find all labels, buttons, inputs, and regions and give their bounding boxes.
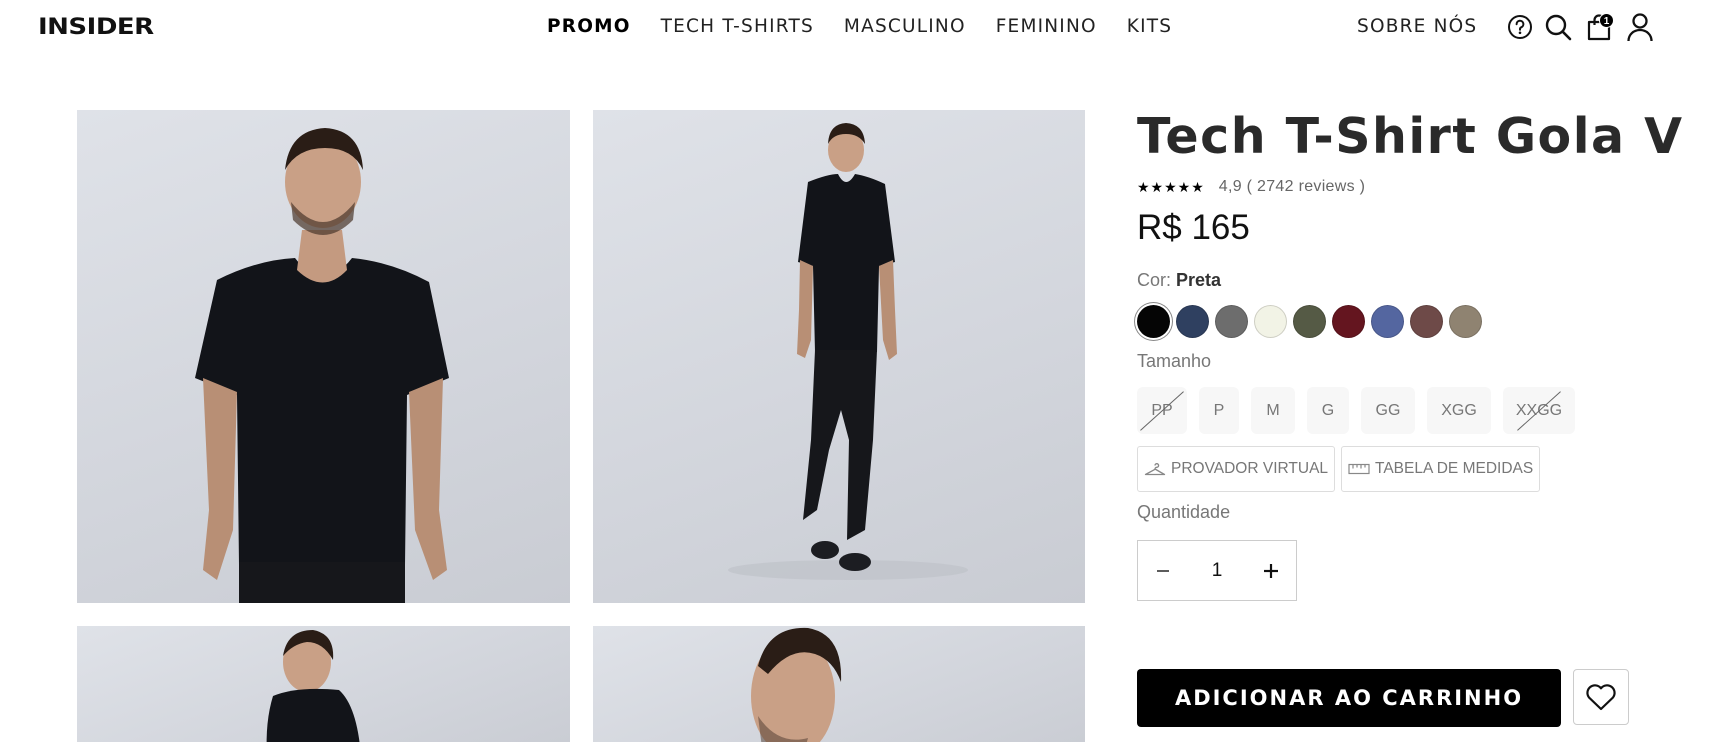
- product-image-full-body[interactable]: [593, 110, 1085, 603]
- size-label-text: M: [1266, 401, 1280, 419]
- quantity-value[interactable]: 1: [1212, 560, 1223, 582]
- size-option-xxgg[interactable]: XXGG: [1503, 387, 1575, 434]
- minus-icon: [1157, 569, 1169, 572]
- cart-icon[interactable]: 1: [1584, 12, 1614, 42]
- wishlist-button[interactable]: [1573, 669, 1629, 725]
- size-option-p[interactable]: P: [1199, 387, 1239, 434]
- size-option-gg[interactable]: GG: [1361, 387, 1415, 434]
- color-swatch-gray[interactable]: [1215, 305, 1248, 338]
- size-label-text: P: [1213, 401, 1225, 419]
- size-label-text: G: [1321, 401, 1335, 419]
- product-price: R$ 165: [1137, 208, 1250, 247]
- site-header: INSIDER PROMO TECH T-SHIRTS MASCULINO FE…: [0, 0, 1730, 56]
- color-swatch-burgundy[interactable]: [1332, 305, 1365, 338]
- size-chart-button[interactable]: TABELA DE MEDIDAS: [1341, 446, 1541, 492]
- size-label: Tamanho: [1137, 351, 1212, 371]
- size-label-text: GG: [1375, 401, 1401, 419]
- rating-stars: ★★★★★: [1137, 178, 1205, 195]
- size-label-text: XGG: [1441, 401, 1477, 419]
- selected-color-name: Preta: [1176, 270, 1222, 290]
- virtual-fitting-button[interactable]: PROVADOR VIRTUAL: [1137, 446, 1336, 492]
- help-icon[interactable]: [1505, 12, 1535, 42]
- heart-icon: [1586, 684, 1616, 711]
- rating-text[interactable]: 4,9 ( 2742 reviews ): [1219, 178, 1366, 196]
- size-option-pp[interactable]: PP: [1137, 387, 1187, 434]
- nav-item-masculino[interactable]: MASCULINO: [844, 16, 966, 37]
- size-options: PP P M G GG XGG XXGG: [1137, 387, 1587, 434]
- color-label: Cor: Preta: [1137, 270, 1221, 291]
- add-to-cart-button[interactable]: ADICIONAR AO CARRINHO: [1137, 669, 1561, 727]
- quantity-decrease-button[interactable]: [1138, 541, 1188, 600]
- search-icon[interactable]: [1543, 12, 1573, 42]
- quantity-increase-button[interactable]: [1246, 541, 1296, 600]
- color-swatch-off-white[interactable]: [1254, 305, 1287, 338]
- color-swatch-preta[interactable]: [1137, 305, 1170, 338]
- size-option-g[interactable]: G: [1307, 387, 1349, 434]
- main-nav: PROMO TECH T-SHIRTS MASCULINO FEMININO K…: [547, 16, 1172, 37]
- nav-item-tech-t-shirts[interactable]: TECH T-SHIRTS: [661, 16, 814, 37]
- quantity-label: Quantidade: [1137, 502, 1231, 522]
- virtual-fitting-label: PROVADOR VIRTUAL: [1171, 460, 1329, 477]
- color-swatches: [1137, 305, 1488, 338]
- color-swatch-navy[interactable]: [1176, 305, 1209, 338]
- unavailable-strike: [1140, 390, 1184, 431]
- nav-item-promo[interactable]: PROMO: [547, 16, 631, 37]
- color-swatch-blue[interactable]: [1371, 305, 1404, 338]
- plus-icon: [1263, 563, 1278, 578]
- logo-text: INSIDER: [38, 14, 154, 40]
- color-label-prefix: Cor:: [1137, 270, 1172, 290]
- logo[interactable]: INSIDER: [38, 14, 154, 40]
- product-title: Tech T-Shirt Gola V: [1137, 108, 1684, 165]
- nav-item-kits[interactable]: KITS: [1127, 16, 1172, 37]
- ruler-icon: [1348, 463, 1370, 475]
- product-image-profile[interactable]: [593, 626, 1085, 742]
- product-image-front[interactable]: [77, 110, 570, 603]
- user-icon[interactable]: [1625, 12, 1655, 42]
- nav-item-sobre-nos[interactable]: SOBRE NÓS: [1357, 16, 1477, 37]
- rating[interactable]: ★★★★★ 4,9 ( 2742 reviews ): [1137, 178, 1365, 196]
- hanger-icon: [1144, 463, 1166, 476]
- nav-item-feminino[interactable]: FEMININO: [996, 16, 1097, 37]
- color-swatch-taupe[interactable]: [1449, 305, 1482, 338]
- quantity-stepper: 1: [1137, 540, 1297, 601]
- product-image-side[interactable]: [77, 626, 570, 742]
- size-chart-label: TABELA DE MEDIDAS: [1375, 460, 1534, 477]
- color-swatch-olive[interactable]: [1293, 305, 1326, 338]
- color-swatch-brown[interactable]: [1410, 305, 1443, 338]
- cart-count-badge: 1: [1599, 13, 1614, 28]
- size-option-xgg[interactable]: XGG: [1427, 387, 1491, 434]
- size-option-m[interactable]: M: [1251, 387, 1295, 434]
